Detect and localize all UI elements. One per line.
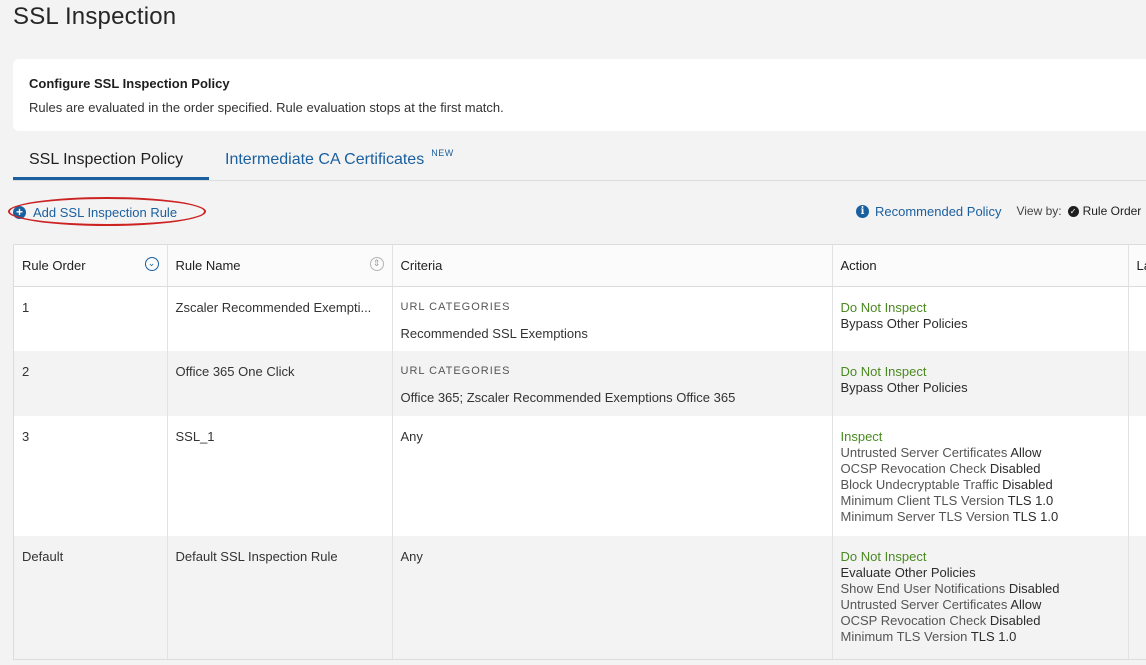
toolbar-right: i Recommended Policy View by: ✓ Rule Ord… — [856, 202, 1141, 220]
header-label: La — [1136, 257, 1146, 273]
criteria-label: URL CATEGORIES — [400, 300, 511, 313]
new-badge: NEW — [431, 148, 454, 158]
header-label: Rule Name — [175, 257, 241, 273]
add-ssl-inspection-rule-button[interactable]: + Add SSL Inspection Rule — [13, 202, 177, 222]
cell-last — [1128, 351, 1146, 416]
sort-icon[interactable]: ⇕ — [369, 257, 384, 271]
action-primary: Do Not Inspect — [840, 364, 927, 379]
cell-rule-name: Office 365 One Click — [167, 351, 393, 416]
criteria-label: URL CATEGORIES — [400, 365, 511, 377]
info-icon: i — [856, 204, 869, 218]
header-rule-order[interactable]: Rule Order ⌄ — [14, 245, 168, 287]
config-title: Configure SSL Inspection Policy — [29, 76, 230, 91]
view-by-label: View by: — [1016, 204, 1062, 218]
rules-table: Rule Order ⌄ Rule Name ⇕ Criteria Action… — [13, 244, 1146, 660]
table-row[interactable]: 2 Office 365 One Click URL CATEGORIES Of… — [14, 351, 1146, 416]
config-description: Rules are evaluated in the order specifi… — [29, 100, 504, 115]
check-circle-icon: ✓ — [1067, 205, 1079, 217]
plus-circle-icon: + — [13, 205, 26, 219]
action-detail: Show End User Notifications Disabled — [840, 581, 1060, 596]
action-detail: Minimum Client TLS Version TLS 1.0 — [840, 493, 1054, 508]
cell-criteria: URL CATEGORIES Office 365; Zscaler Recom… — [392, 351, 833, 416]
cell-rule-order: 2 — [14, 351, 168, 416]
action-primary: Do Not Inspect — [840, 549, 927, 564]
action-primary: Do Not Inspect — [840, 299, 927, 315]
action-primary: Inspect — [840, 429, 883, 444]
page-title: SSL Inspection — [13, 3, 177, 30]
header-label: Criteria — [400, 257, 443, 273]
action-secondary: Bypass Other Policies — [840, 315, 968, 331]
header-rule-name[interactable]: Rule Name ⇕ — [167, 245, 393, 287]
action-detail: Untrusted Server Certificates Allow — [840, 445, 1042, 460]
recommended-policy-link[interactable]: Recommended Policy — [875, 204, 1001, 219]
cell-criteria: Any — [392, 416, 833, 536]
header-label: Rule Order — [22, 257, 86, 273]
action-detail: Untrusted Server Certificates Allow — [840, 597, 1042, 612]
header-criteria: Criteria — [392, 245, 833, 287]
action-detail: OCSP Revocation Check Disabled — [840, 461, 1041, 476]
cell-rule-name: Zscaler Recommended Exempti... — [167, 286, 393, 351]
cell-last — [1128, 536, 1146, 659]
header-action: Action — [832, 245, 1129, 287]
action-secondary: Bypass Other Policies — [840, 380, 968, 395]
cell-action: Do Not Inspect Evaluate Other Policies S… — [832, 536, 1129, 659]
add-rule-label: Add SSL Inspection Rule — [33, 204, 178, 220]
action-detail: Minimum Server TLS Version TLS 1.0 — [840, 509, 1059, 524]
action-detail: Block Undecryptable Traffic Disabled — [840, 477, 1053, 492]
cell-action: Do Not Inspect Bypass Other Policies — [832, 286, 1129, 351]
sort-descending-icon[interactable]: ⌄ — [144, 257, 159, 271]
action-detail: Minimum TLS Version TLS 1.0 — [840, 629, 1017, 644]
cell-criteria: URL CATEGORIES Recommended SSL Exemption… — [392, 286, 833, 351]
table-row[interactable]: 1 Zscaler Recommended Exempti... URL CAT… — [14, 286, 1146, 351]
criteria-value: Recommended SSL Exemptions — [400, 325, 588, 341]
tab-bar: SSL Inspection Policy Intermediate CA Ce… — [13, 143, 1146, 181]
header-label: Action — [840, 257, 877, 273]
header-last: La — [1128, 245, 1146, 287]
cell-rule-order: 3 — [14, 416, 168, 536]
cell-action: Do Not Inspect Bypass Other Policies — [832, 351, 1129, 416]
cell-rule-name: Default SSL Inspection Rule — [167, 536, 393, 659]
view-by-rule-order[interactable]: Rule Order — [1083, 204, 1142, 218]
tab-label: Intermediate CA Certificates — [225, 151, 425, 168]
cell-rule-order: 1 — [14, 286, 168, 351]
cell-last — [1128, 416, 1146, 536]
cell-action: Inspect Untrusted Server Certificates Al… — [832, 416, 1129, 536]
action-detail: OCSP Revocation Check Disabled — [840, 613, 1041, 628]
cell-rule-name: SSL_1 — [167, 416, 393, 536]
table-row[interactable]: Default Default SSL Inspection Rule Any … — [14, 536, 1146, 659]
criteria-value: Office 365; Zscaler Recommended Exemptio… — [400, 390, 736, 405]
cell-rule-order: Default — [14, 536, 168, 659]
tab-ssl-inspection-policy[interactable]: SSL Inspection Policy — [13, 143, 209, 180]
config-card: Configure SSL Inspection Policy Rules ar… — [13, 59, 1146, 131]
cell-last — [1128, 286, 1146, 351]
tab-label: SSL Inspection Policy — [29, 151, 184, 168]
cell-criteria: Any — [392, 536, 833, 659]
action-secondary: Evaluate Other Policies — [840, 565, 976, 580]
table-header-row: Rule Order ⌄ Rule Name ⇕ Criteria Action… — [14, 245, 1146, 287]
table-row[interactable]: 3 SSL_1 Any Inspect Untrusted Server Cer… — [14, 416, 1146, 536]
tab-intermediate-ca-certificates[interactable]: Intermediate CA Certificates NEW — [225, 143, 454, 180]
